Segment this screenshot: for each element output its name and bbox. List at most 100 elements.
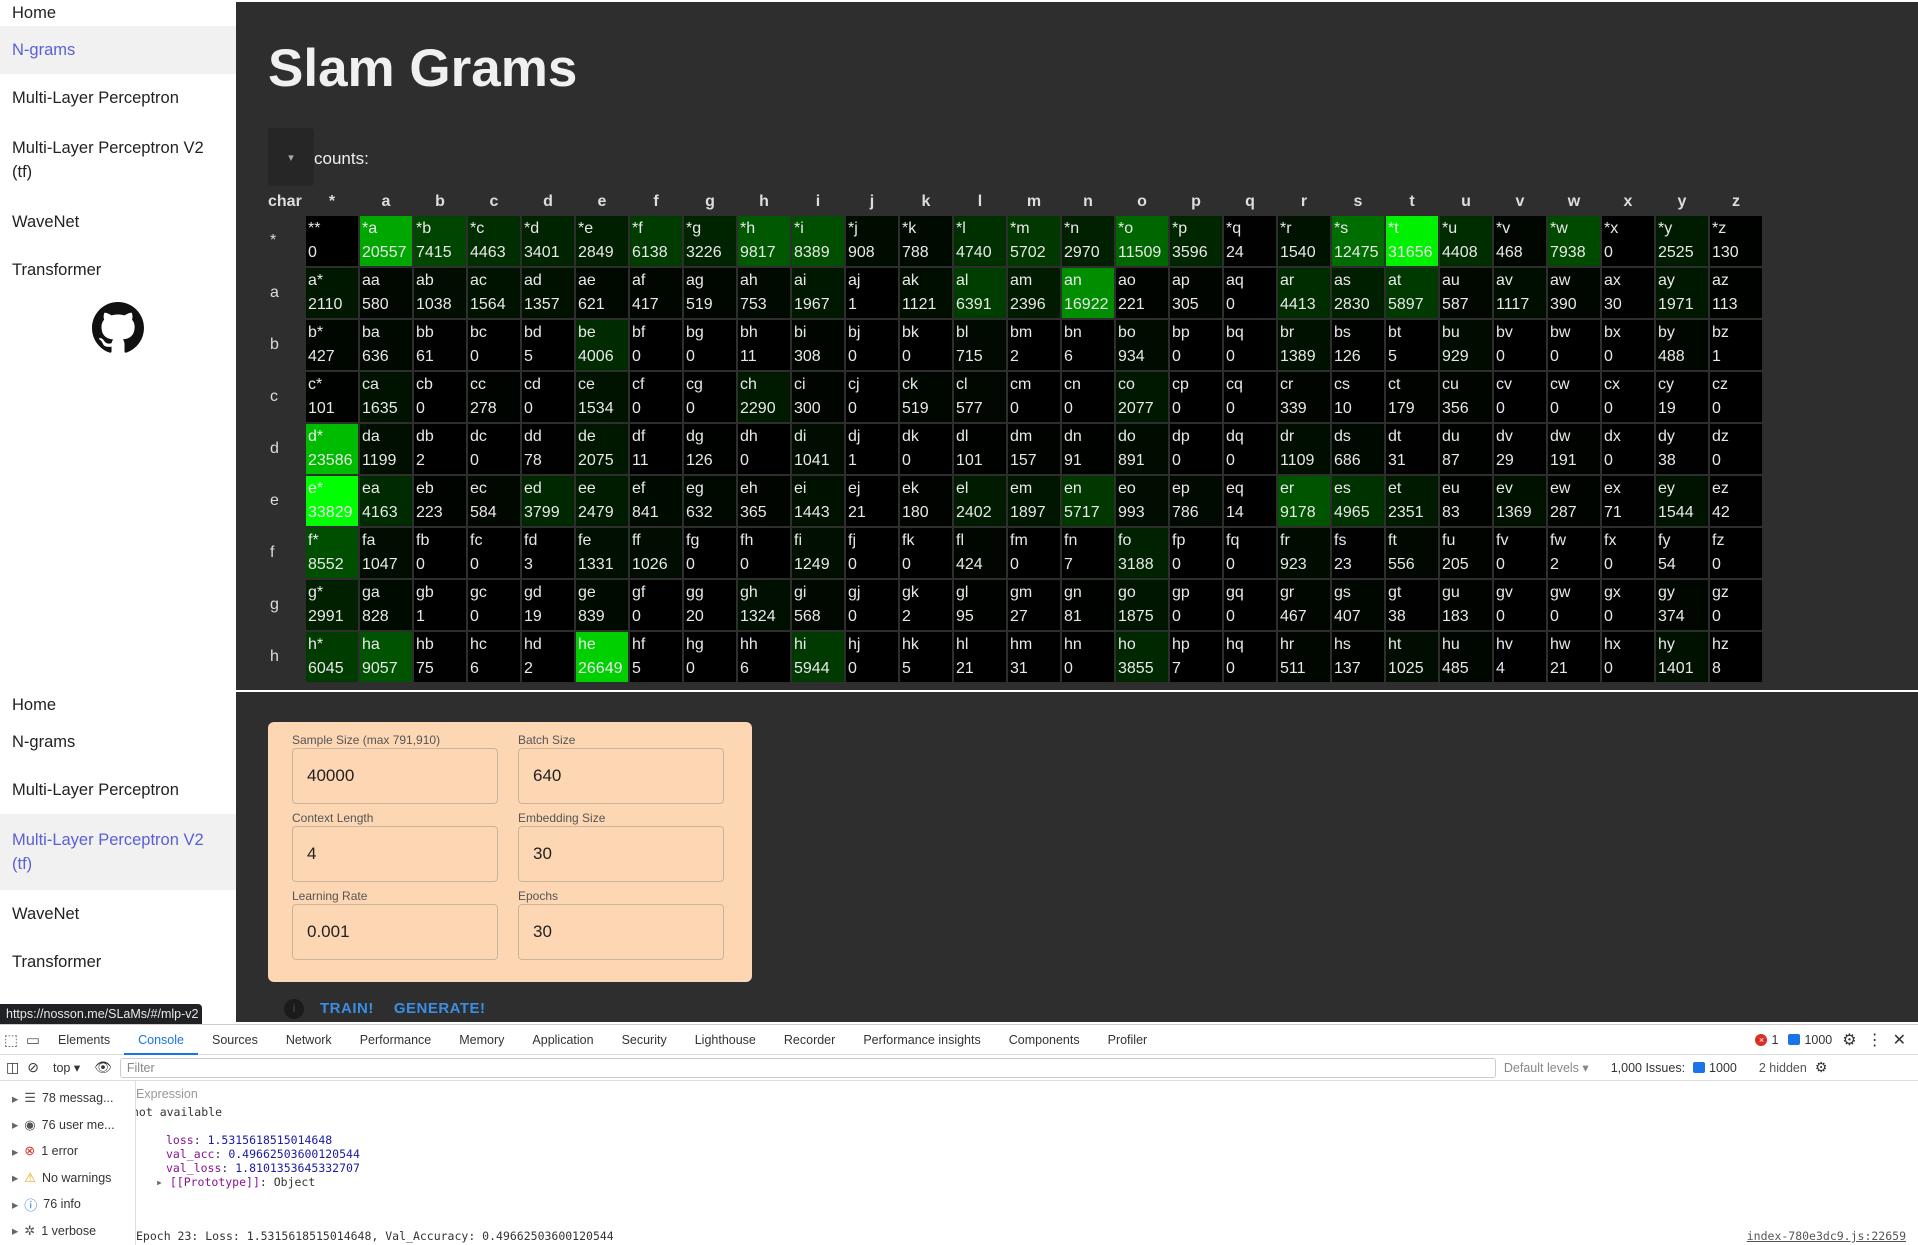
cell-bigram: ft — [1388, 532, 1397, 549]
column-header: o — [1137, 193, 1147, 210]
expand-arrow-icon: ▸ — [12, 1224, 19, 1239]
gear-icon[interactable]: ⚙ — [1842, 1030, 1856, 1050]
cell-bigram: bi — [794, 324, 807, 341]
cell-bigram: gh — [740, 584, 758, 601]
train-button[interactable]: TRAIN! — [314, 996, 380, 1021]
eye-icon[interactable]: 👁 — [94, 1059, 112, 1076]
column-header: s — [1353, 193, 1363, 210]
clear-console-icon[interactable]: ⊘ — [27, 1059, 39, 1076]
field-input[interactable]: 30 — [518, 904, 724, 960]
devtools-tab-security[interactable]: Security — [608, 1025, 681, 1055]
cell-count: 1401 — [1658, 660, 1694, 677]
field-input[interactable]: 40000 — [292, 748, 498, 804]
cell-bigram: cp — [1172, 376, 1189, 393]
inspect-icon[interactable]: ⬚ — [0, 1031, 22, 1049]
sidebar-item-n-grams[interactable]: N-grams — [0, 26, 236, 74]
message-badge[interactable]: 1000 — [1788, 1033, 1832, 1047]
levels-select[interactable]: Default levels ▾ — [1504, 1060, 1589, 1075]
console-filter-item[interactable]: ▸ ✲ 1 verbose — [0, 1218, 135, 1245]
cell-count: 0 — [1172, 348, 1181, 365]
heatmap-cell: he 26649 — [576, 632, 628, 682]
console-filter-item[interactable]: ▸ ☰ 78 messag... — [0, 1085, 135, 1112]
cell-bigram: bo — [1118, 324, 1136, 341]
sidebar-item-home[interactable]: Home — [0, 692, 236, 718]
devtools-tab-memory[interactable]: Memory — [445, 1025, 518, 1055]
cell-bigram: dy — [1658, 428, 1675, 445]
field-input[interactable]: 30 — [518, 826, 724, 882]
source-link[interactable]: index-780e3dc9.js:22659 — [1747, 1229, 1906, 1243]
devtools-tab-network[interactable]: Network — [272, 1025, 346, 1055]
devtools-tab-recorder[interactable]: Recorder — [770, 1025, 849, 1055]
generate-button[interactable]: GENERATE! — [388, 996, 492, 1021]
devtools-tab-application[interactable]: Application — [518, 1025, 607, 1055]
field-label: Epochs — [518, 889, 559, 903]
devtools-tab-profiler[interactable]: Profiler — [1094, 1025, 1162, 1055]
cell-bigram: ga — [362, 584, 380, 601]
cell-bigram: bf — [632, 324, 646, 341]
heatmap-cell: fs 23 — [1332, 528, 1384, 578]
console-filter-item[interactable]: ▸ ⓘ 76 info — [0, 1191, 135, 1218]
sidebar-toggle-icon[interactable]: ◫ — [6, 1059, 19, 1076]
cell-count: 21 — [1550, 660, 1568, 677]
info-icon[interactable]: i — [284, 998, 304, 1019]
console-settings-icon[interactable]: ⚙ — [1815, 1059, 1828, 1076]
context-select[interactable]: top ▾ — [47, 1060, 86, 1075]
devtools-tab-elements[interactable]: Elements — [44, 1025, 124, 1055]
sidebar-item-multi-layer-perceptron-v2-tf[interactable]: Multi-Layer Perceptron V2 (tf) — [0, 814, 236, 890]
console-filter-item[interactable]: ▸ ⊗ 1 error — [0, 1138, 135, 1165]
sidebar-item-multi-layer-perceptron-v2-tf[interactable]: Multi-Layer Perceptron V2 (tf) — [0, 122, 236, 198]
cell-bigram: gp — [1172, 584, 1190, 601]
cell-count: 339 — [1280, 400, 1307, 417]
table-body: * ** 0 *a 20557 *b 7415 *c 4463 *d 3401 *e 2849 *f 613… — [268, 216, 1762, 682]
heatmap-cell: fm 0 — [1008, 528, 1060, 578]
cell-count: 556 — [1388, 556, 1415, 573]
cell-count: 467 — [1280, 608, 1307, 625]
cell-count: 1 — [848, 452, 857, 469]
devtools-tab-components[interactable]: Components — [995, 1025, 1094, 1055]
heatmap-cell: ew 287 — [1548, 476, 1600, 526]
device-toggle-icon[interactable]: ▭ — [22, 1031, 44, 1049]
sidebar-item-transformer[interactable]: Transformer — [0, 246, 236, 294]
sidebar-item-wavenet[interactable]: WaveNet — [0, 890, 236, 938]
close-icon[interactable]: ✕ — [1893, 1030, 1906, 1050]
property-value: Object — [273, 1175, 316, 1189]
field-input[interactable]: 0.001 — [292, 904, 498, 960]
sidebar-item-multi-layer-perceptron[interactable]: Multi-Layer Perceptron — [0, 74, 236, 122]
devtools-tab-lighthouse[interactable]: Lighthouse — [681, 1025, 770, 1055]
cell-count: 0 — [1712, 452, 1721, 469]
sidebar-item-multi-layer-perceptron[interactable]: Multi-Layer Perceptron — [0, 766, 236, 814]
sidebar-item-home[interactable]: Home — [0, 0, 236, 26]
issues-badge[interactable]: 1000 — [1693, 1061, 1737, 1075]
heatmap-cell: bx 0 — [1602, 320, 1654, 370]
sidebar-item-wavenet[interactable]: WaveNet — [0, 198, 236, 246]
cell-bigram: *u — [1442, 220, 1458, 237]
console-filter-item[interactable]: ▸ ⚠ No warnings — [0, 1165, 135, 1192]
heatmap-cell: cs 10 — [1332, 372, 1384, 422]
cell-bigram: gm — [1010, 584, 1033, 601]
devtools-tab-performance[interactable]: Performance — [346, 1025, 446, 1055]
devtools-tab-console[interactable]: Console — [124, 1025, 198, 1055]
more-icon[interactable]: ⋮ — [1867, 1030, 1883, 1050]
heatmap-cell: *m 5702 — [1008, 216, 1060, 266]
cell-bigram: bx — [1604, 324, 1621, 341]
heatmap-cell: be 4006 — [576, 320, 628, 370]
heatmap-cell: hb 75 — [414, 632, 466, 682]
sidebar-item-n-grams[interactable]: N-grams — [0, 718, 236, 766]
cell-count: 1635 — [362, 400, 398, 417]
sidebar-item-transformer[interactable]: Transformer — [0, 938, 236, 986]
filter-type-icon: ◉ — [24, 1116, 36, 1132]
error-count: 1 — [1771, 1032, 1779, 1047]
app-root: Home N-grams Multi-Layer Perceptron Multi-L… — [0, 0, 1918, 1245]
devtools-tab-sources[interactable]: Sources — [198, 1025, 272, 1055]
error-badge[interactable]: × 1 — [1755, 1033, 1778, 1047]
cell-bigram: *r — [1280, 220, 1292, 237]
counts-toggle[interactable]: ▾ — [268, 128, 314, 186]
heatmap-cell: ad 1357 — [522, 268, 574, 318]
cell-count: 0 — [1604, 348, 1613, 365]
github-link[interactable] — [0, 294, 236, 354]
field-input[interactable]: 640 — [518, 748, 724, 804]
field-input[interactable]: 4 — [292, 826, 498, 882]
console-filter-item[interactable]: ▸ ◉ 76 user me... — [0, 1112, 135, 1139]
devtools-tab-performance-insights[interactable]: Performance insights — [849, 1025, 994, 1055]
filter-input[interactable]: Filter — [119, 1057, 1496, 1078]
